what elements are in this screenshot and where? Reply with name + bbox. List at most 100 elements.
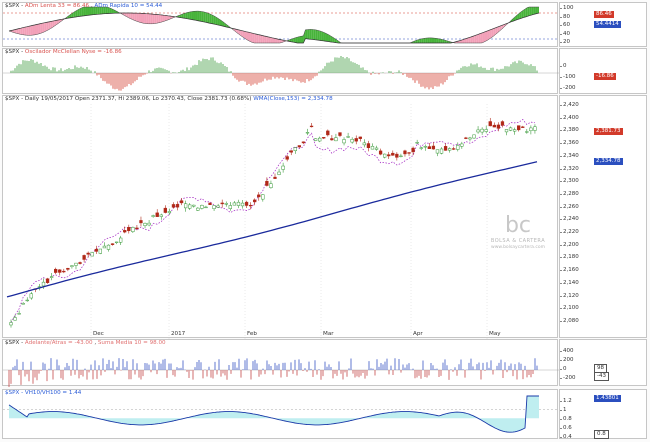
candle-body xyxy=(521,126,525,128)
sum-average-label: Suma Media 10 = 98.00 xyxy=(97,340,166,346)
vh-fill-area xyxy=(9,396,539,433)
candle-body xyxy=(212,205,216,209)
adx-fill-segment xyxy=(195,11,198,21)
axis-tick-mark xyxy=(560,419,562,420)
adx-fill-segment xyxy=(207,12,210,24)
candle-body xyxy=(533,126,537,131)
adx-fill-segment xyxy=(138,13,141,23)
axis-tick-mark xyxy=(560,369,562,370)
adx-fill-segment xyxy=(325,32,327,42)
candle-body xyxy=(167,211,172,214)
price-axis[interactable]: 2,420 2,400 2,380 2,360 2,340 2,320 2,300 2,280… xyxy=(559,95,647,338)
adx-fill-segment xyxy=(158,14,161,23)
adx-fill-segment xyxy=(189,11,192,20)
watermark-logo: bc xyxy=(504,213,532,238)
axis-tick-label: 2,160 xyxy=(563,267,579,274)
adx-fill-segment xyxy=(42,22,45,33)
adx-fill-segment xyxy=(480,32,483,43)
adx-fill-segment xyxy=(433,37,435,43)
candle-body xyxy=(9,322,13,326)
axis-tick-mark xyxy=(560,25,562,26)
candle-body xyxy=(139,220,143,224)
mcclellan-panel[interactable]: $SPX - Oscilador McClellan Nyse = -16.86 xyxy=(2,48,559,94)
adx-fill-segment xyxy=(146,13,149,24)
adx-fill-segment xyxy=(421,38,424,43)
adx-panel-title: $SPX - ADm Lenta 33 = 86.46 , ADm Rapida… xyxy=(5,3,162,10)
axis-tick-label: 2,240 xyxy=(563,216,579,223)
candle-body xyxy=(179,200,184,204)
axis-tick-label: 2,260 xyxy=(563,203,579,210)
month-label: Dec xyxy=(93,331,104,337)
adx-panel[interactable]: $SPX - ADm Lenta 33 = 86.46 , ADm Rapida… xyxy=(2,2,559,47)
candle-body xyxy=(82,255,86,260)
axis-tick-mark xyxy=(560,244,562,246)
axis-tick-label: 0 xyxy=(563,366,567,372)
candle-body xyxy=(395,153,399,158)
axis-tick-label: 1.2 xyxy=(563,398,572,404)
adx-fill-segment xyxy=(474,35,477,43)
adx-fill-segment xyxy=(191,11,194,20)
adx-slow-line xyxy=(8,12,540,44)
advance-decline-panel[interactable]: $SPX - Adelante/Atras = -43.00 , Suma Me… xyxy=(2,339,559,387)
vh-panel[interactable]: $SPX - VH10/VH100 = 1.44 xyxy=(2,389,559,439)
candle-body xyxy=(452,148,456,150)
axis-tick-mark xyxy=(560,117,562,119)
advance-decline-label: Adelante/Atras = -43.00 xyxy=(24,340,93,346)
axis-tick-label: 2,200 xyxy=(563,241,579,248)
month-label: Mar xyxy=(323,331,334,337)
candle-body xyxy=(464,137,468,139)
adx-fill-segment xyxy=(266,36,269,43)
adx-fill-segment xyxy=(252,33,255,43)
candle-body xyxy=(492,124,496,128)
axis-tick-mark xyxy=(560,437,562,438)
watermark-name: BOLSA & CARTERA xyxy=(490,238,546,244)
candle-body xyxy=(70,265,74,267)
axis-tick-mark xyxy=(560,410,562,411)
adx-fill-segment xyxy=(197,11,200,22)
candle-body xyxy=(159,214,163,217)
candle-body xyxy=(362,142,367,146)
adx-fill-segment xyxy=(423,38,426,43)
candle-body xyxy=(354,138,358,142)
candle-body xyxy=(496,124,501,129)
candle-body xyxy=(236,201,241,206)
adx-fill-segment xyxy=(40,23,43,34)
adx-fill-segment xyxy=(44,22,47,32)
candle-body xyxy=(29,293,33,299)
adx-fill-segment xyxy=(185,12,188,19)
month-label: May xyxy=(489,331,501,337)
advance-decline-axis[interactable]: 400 200 0 -200 98 -43 xyxy=(559,339,647,386)
candle-body xyxy=(240,202,245,207)
symbol-label: $SPX xyxy=(5,3,20,9)
adx-axis[interactable]: 100 80 60 40 20 86.46 54.4414 xyxy=(559,2,647,47)
axis-tick-mark xyxy=(560,88,562,89)
candle-body xyxy=(248,204,253,207)
advance-decline-plot xyxy=(3,358,559,387)
adx-fill-segment xyxy=(487,29,490,40)
adx-fill-segment xyxy=(264,35,267,43)
adx-fill-segment xyxy=(154,14,157,24)
candle-body xyxy=(297,145,302,148)
axis-tick-mark xyxy=(560,155,562,157)
mcclellan-axis[interactable]: 0 -100 -200 -16.86 xyxy=(559,48,647,94)
title-sep: - xyxy=(21,340,24,346)
candle-body xyxy=(358,136,362,139)
axis-tick-label: 60 xyxy=(563,22,570,28)
axis-tick-label: 40 xyxy=(563,30,570,37)
candle-body xyxy=(480,128,484,133)
candle-body xyxy=(289,150,293,153)
adx-fill-segment xyxy=(48,21,51,30)
candle-body xyxy=(147,222,151,226)
candle-body xyxy=(423,146,427,148)
adx-fill-segment xyxy=(489,29,492,39)
title-sep: , xyxy=(94,340,97,346)
candle-body xyxy=(135,227,139,229)
candle-body xyxy=(472,134,476,139)
watermark-url: www.bolsaycartera.com xyxy=(491,245,545,250)
axis-tick-label: 2,220 xyxy=(563,229,579,235)
adx-fill-segment xyxy=(201,11,204,22)
vh-axis[interactable]: 1.2 1 0.8 0.6 0.4 1.43801 0.8 xyxy=(559,389,647,440)
candle-body xyxy=(220,202,224,205)
axis-tick-mark xyxy=(560,360,562,361)
price-panel[interactable]: $SPX - Daily 19/05/2017 Open 2371.37, Hi… xyxy=(2,95,558,339)
